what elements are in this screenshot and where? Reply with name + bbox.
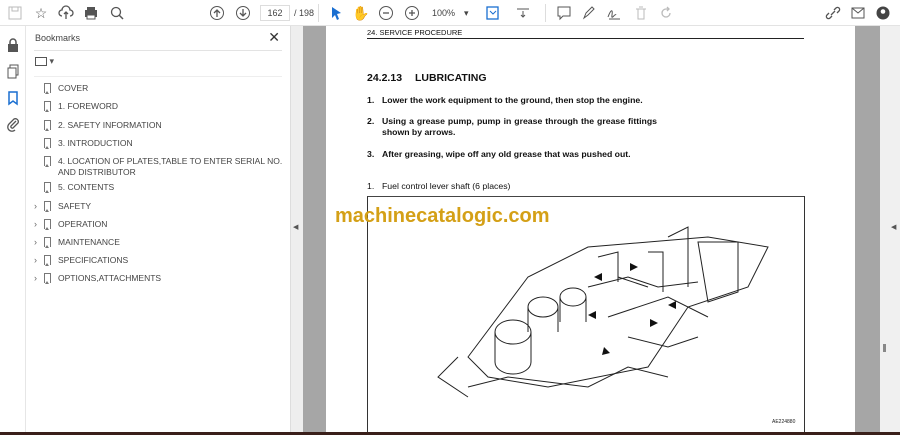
page-total: / 198: [294, 8, 315, 18]
bookmark-label: 3. INTRODUCTION: [58, 138, 133, 148]
pen-icon[interactable]: [580, 4, 598, 22]
zoom-in-icon[interactable]: [403, 4, 421, 22]
chevron-right-icon[interactable]: ›: [34, 273, 37, 284]
chevron-right-icon[interactable]: ›: [34, 237, 37, 248]
upload-cloud-icon[interactable]: [57, 4, 75, 22]
page-header: 24. SERVICE PROCEDURE: [367, 28, 463, 37]
section-title: 24.2.13 LUBRICATING: [367, 72, 487, 84]
header-rule: [367, 38, 804, 39]
scroll-mode-icon[interactable]: [514, 4, 532, 22]
chevron-right-icon[interactable]: ›: [34, 201, 37, 212]
collapse-arrow-icon[interactable]: ◀: [293, 223, 298, 231]
divider: [34, 50, 282, 51]
select-cursor-icon[interactable]: [327, 4, 345, 22]
options-list-icon: [35, 57, 47, 67]
divider: [545, 4, 546, 22]
right-panel-strip: ◀: [880, 26, 900, 432]
page-number-input[interactable]: 162: [260, 5, 290, 21]
bookmark-label: SAFETY: [58, 201, 92, 211]
page-up-icon[interactable]: [208, 4, 226, 22]
hand-icon[interactable]: ✋: [352, 4, 370, 22]
scrollbar-thumb[interactable]: [883, 344, 886, 352]
bookmark-label: OPERATION: [58, 219, 108, 229]
share-link-icon[interactable]: [824, 4, 842, 22]
save-icon[interactable]: [6, 4, 24, 22]
comment-icon[interactable]: [555, 4, 573, 22]
delete-icon[interactable]: [632, 4, 650, 22]
bookmark-icon: [44, 201, 51, 212]
bookmark-icon: [44, 138, 51, 149]
expand-arrow-icon[interactable]: ◀: [891, 223, 896, 231]
print-icon[interactable]: [82, 4, 100, 22]
bookmark-label: MAINTENANCE: [58, 237, 120, 247]
toolbar: ☆ 162 / 198 ✋ 100% ▾: [0, 0, 900, 26]
bookmark-label: 1. FOREWORD: [58, 101, 118, 111]
step-text: After greasing, wipe off any old grease …: [382, 149, 631, 159]
divider: [318, 4, 319, 22]
page-down-icon[interactable]: [234, 4, 252, 22]
zoom-select[interactable]: 100% ▾: [432, 5, 474, 21]
zoom-value: 100%: [432, 8, 456, 18]
bookmark-label: COVER: [58, 83, 89, 93]
bookmark-star-icon[interactable]: ☆: [32, 4, 50, 22]
close-icon[interactable]: ✕: [268, 29, 280, 46]
bookmark-label: 5. CONTENTS: [58, 182, 115, 192]
account-icon[interactable]: [874, 4, 892, 22]
bookmark-icon: [44, 101, 51, 112]
bookmark-icon: [44, 156, 51, 167]
chevron-right-icon[interactable]: ›: [34, 219, 37, 230]
step-text: Lower the work equipment to the ground, …: [382, 95, 643, 105]
left-rail: [0, 26, 26, 432]
figure-frame: AE224880: [367, 196, 805, 432]
bookmark-label: 2. SAFETY INFORMATION: [58, 120, 162, 130]
step-number: 1.: [367, 95, 375, 105]
lock-icon[interactable]: [5, 37, 21, 53]
bookmark-icon: [44, 255, 51, 266]
email-icon[interactable]: [849, 4, 867, 22]
bookmark-icon: [44, 120, 51, 131]
sign-icon[interactable]: [605, 4, 623, 22]
step-number: 2.: [367, 116, 375, 126]
search-zoom-icon[interactable]: [108, 4, 126, 22]
rotate-icon[interactable]: [657, 4, 675, 22]
panel-collapse-strip[interactable]: ◀: [290, 26, 303, 432]
bookmark-icon: [44, 182, 51, 193]
caption-text: Fuel control lever shaft (6 places): [382, 181, 511, 191]
bookmark-label: 4. LOCATION OF PLATES,TABLE TO ENTER SER…: [58, 156, 283, 177]
machine-illustration: [437, 226, 769, 398]
zoom-out-icon[interactable]: [377, 4, 395, 22]
step-text: Using a grease pump, pump in grease thro…: [382, 116, 657, 137]
caption-number: 1.: [367, 181, 375, 191]
bookmark-icon: [44, 83, 51, 94]
fit-page-icon[interactable]: [484, 4, 502, 22]
figure-frame-right: [804, 196, 805, 432]
bookmark-options-button[interactable]: ▾: [35, 56, 54, 67]
step-number: 3.: [367, 149, 375, 159]
pdf-page: 24. SERVICE PROCEDURE 24.2.13 LUBRICATIN…: [326, 26, 855, 432]
bookmarks-icon[interactable]: [5, 90, 21, 106]
watermark: machinecatalogic.com: [335, 205, 550, 227]
bookmark-icon: [44, 237, 51, 248]
bookmark-label: OPTIONS,ATTACHMENTS: [58, 273, 162, 283]
panel-title: Bookmarks: [35, 33, 81, 43]
pages-icon[interactable]: [5, 63, 21, 79]
bookmark-icon: [44, 273, 51, 284]
attachment-icon[interactable]: [5, 116, 21, 132]
chevron-right-icon[interactable]: ›: [34, 255, 37, 266]
divider: [34, 76, 282, 77]
chevron-down-icon: ▾: [464, 8, 469, 18]
bookmark-icon: [44, 219, 51, 230]
figure-code: AE224880: [772, 419, 796, 425]
bookmark-label: SPECIFICATIONS: [58, 255, 129, 265]
bookmarks-panel: Bookmarks ✕ ▾ COVER 1. FOREWORD 2. SAFETY …: [26, 26, 290, 432]
